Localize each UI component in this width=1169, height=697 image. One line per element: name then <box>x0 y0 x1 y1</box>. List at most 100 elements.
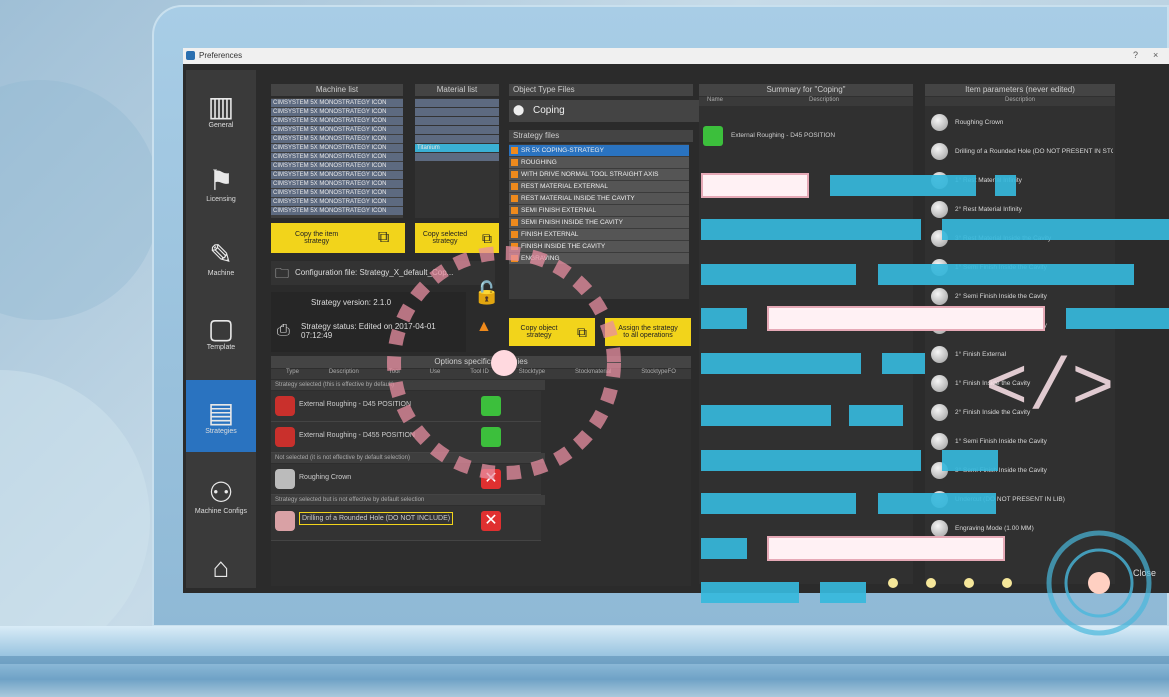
close-button[interactable]: Close <box>1133 568 1156 578</box>
sidebar-item-label: Template <box>206 343 236 351</box>
list-item[interactable]: 2° Finish Inside the Cavity <box>925 398 1113 427</box>
list-item[interactable]: CIMSYSTEM 5X MONOSTRATEGY ICON <box>271 144 403 152</box>
list-item[interactable]: CIMSYSTEM 5X MONOSTRATEGY ICON <box>271 126 403 134</box>
options-header: Options specific strategies <box>271 356 691 368</box>
decor-bar <box>1066 308 1169 329</box>
section-selected-not-effective: Strategy selected but is not effective b… <box>271 495 545 505</box>
disable-toggle[interactable]: ✕ <box>481 469 501 489</box>
list-item[interactable]: Roughing Crown <box>925 108 1113 137</box>
list-item[interactable]: CIMSYSTEM 5X MONOSTRATEGY ICON <box>271 180 403 188</box>
object-type-selected[interactable]: ⬤ Coping <box>509 100 717 122</box>
holder-icon: ⌂ <box>212 552 230 583</box>
enable-toggle[interactable] <box>481 396 501 416</box>
list-item[interactable]: ENGRAVING <box>509 253 689 264</box>
sidebar-item-label: Strategies <box>205 427 237 435</box>
row-label: External Roughing - D45 POSITION <box>299 401 412 408</box>
strategy-files-header: Strategy files <box>509 130 693 142</box>
list-item[interactable]: WITH DRIVE NORMAL TOOL STRAIGHT AXIS <box>509 169 689 180</box>
table-row[interactable]: Roughing Crown ✕ <box>271 464 541 495</box>
section-not-selected: Not selected (it is not effective by def… <box>271 453 545 463</box>
column-header: Stockmaterial <box>575 369 612 375</box>
column-header: StocktypeFO <box>641 369 676 375</box>
material-list[interactable]: Titanium <box>415 98 499 218</box>
strategy-info: Strategy version: 2.1.0 ⎙ Strategy statu… <box>271 292 466 352</box>
assign-strategy-button[interactable]: Assign the strategy to all operations <box>605 318 691 346</box>
copy-object-strategy-button[interactable]: Copy object strategy ⧉ <box>509 318 595 346</box>
list-item[interactable] <box>415 135 499 143</box>
template-icon: ▢ <box>207 312 235 344</box>
copy-icon: ⧉ <box>377 229 390 246</box>
decor-bar <box>701 264 856 285</box>
list-item[interactable]: CIMSYSTEM 5X MONOSTRATEGY ICON <box>271 153 403 161</box>
help-button[interactable]: ? <box>1133 50 1138 60</box>
close-window-button[interactable]: × <box>1153 50 1158 60</box>
list-item[interactable] <box>415 99 499 107</box>
tool-icon <box>275 511 295 531</box>
sidebar-item-general[interactable]: ▥ General <box>186 74 256 146</box>
decor-bar <box>942 219 1169 240</box>
tool-icon <box>275 396 295 416</box>
list-item[interactable]: CIMSYSTEM 5X MONOSTRATEGY ICON <box>271 162 403 170</box>
sidebar-item-label: Machine <box>207 269 235 277</box>
table-row[interactable]: Drilling of a Rounded Hole (DO NOT INCLU… <box>271 506 541 541</box>
list-item[interactable]: Drilling of a Rounded Hole (DO NOT PRESE… <box>925 137 1113 166</box>
list-item[interactable]: FINISH INSIDE THE CAVITY <box>509 241 689 252</box>
list-item[interactable]: REST MATERIAL EXTERNAL <box>509 181 689 192</box>
strategy-list[interactable]: SR 5X COPING-STRATEGY ROUGHING WITH DRIVE … <box>509 144 689 299</box>
copy-item-strategy-button[interactable]: Copy the item strategy ⧉ <box>271 223 405 253</box>
list-item[interactable] <box>415 108 499 116</box>
list-item[interactable] <box>415 153 499 161</box>
table-row[interactable]: External Roughing - D45 POSITION <box>271 391 541 422</box>
sidebar-item-holder[interactable]: ⌂ <box>186 532 256 593</box>
list-item[interactable]: CIMSYSTEM 5X MONOSTRATEGY ICON <box>271 108 403 116</box>
sidebar-item-template[interactable]: ▢ Template <box>186 296 256 368</box>
list-item[interactable]: FINISH EXTERNAL <box>509 229 689 240</box>
file-icon: 🗀 <box>275 265 289 281</box>
list-item[interactable]: CIMSYSTEM 5X MONOSTRATEGY ICON <box>271 171 403 179</box>
sidebar-item-machine[interactable]: ✎ Machine <box>186 222 256 294</box>
flag-icon: ⚑ <box>208 164 234 196</box>
copy-selected-strategy-button[interactable]: Copy selected strategy ⧉ <box>415 223 499 253</box>
row-label: Roughing Crown <box>299 474 352 481</box>
list-item[interactable]: ROUGHING <box>509 157 689 168</box>
list-item[interactable]: CIMSYSTEM 5X MONOSTRATEGY ICON <box>271 189 403 197</box>
list-item[interactable]: Titanium <box>415 144 499 152</box>
list-item[interactable]: REST MATERIAL INSIDE THE CAVITY <box>509 193 689 204</box>
enable-toggle[interactable] <box>481 427 501 447</box>
sidebar-item-licensing[interactable]: ⚑ Licensing <box>186 148 256 220</box>
list-item[interactable]: 1° Finish Inside the Cavity <box>925 369 1113 398</box>
list-item[interactable]: CIMSYSTEM 5X MONOSTRATEGY ICON <box>271 207 403 215</box>
list-item[interactable]: 1° Finish External <box>925 340 1113 369</box>
material-list-header: Material list <box>415 84 499 96</box>
strategy-status: Strategy status: Edited on 2017-04-01 07… <box>301 322 436 340</box>
disable-toggle[interactable]: ✕ <box>481 511 501 531</box>
decor-dot <box>926 578 936 588</box>
list-item[interactable]: SR 5X COPING-STRATEGY <box>509 145 689 156</box>
list-item[interactable]: CIMSYSTEM 5X MONOSTRATEGY ICON <box>271 117 403 125</box>
lock-icon[interactable]: 🔓 <box>473 280 500 306</box>
config-file-text: Configuration file: Strategy_X_default_C… <box>295 268 454 277</box>
row-label: External Roughing - D455 POSITION <box>299 432 415 439</box>
decor-bar <box>701 450 921 471</box>
options-columns: Type Description Tool Use Tool ID Stocktype St… <box>271 369 691 379</box>
list-item[interactable]: SEMI FINISH EXTERNAL <box>509 205 689 216</box>
sidebar-item-machine-configs[interactable]: ⚇ Machine Configs <box>186 460 256 532</box>
tool-icon: ✎ <box>209 238 233 270</box>
tool-icon <box>275 469 295 489</box>
copy-object-label: Copy object strategy <box>520 325 558 339</box>
list-item[interactable]: CIMSYSTEM 5X MONOSTRATEGY ICON <box>271 135 403 143</box>
summary-item[interactable]: External Roughing - D45 POSITION <box>701 122 941 150</box>
list-item[interactable]: SEMI FINISH INSIDE THE CAVITY <box>509 217 689 228</box>
bars-logo-icon: ▥ <box>207 90 235 122</box>
machine-list[interactable]: CIMSYSTEM 5X MONOSTRATEGY ICON CIMSYSTEM … <box>271 98 403 218</box>
list-item[interactable] <box>415 117 499 125</box>
decor-bar <box>701 405 831 426</box>
list-item[interactable]: CIMSYSTEM 5X MONOSTRATEGY ICON <box>271 198 403 206</box>
sidebar: ▥ General ⚑ Licensing ✎ Machine ▢ Templa… <box>186 70 256 588</box>
sidebar-item-strategies[interactable]: ▤ Strategies <box>186 380 256 452</box>
list-item[interactable] <box>415 126 499 134</box>
table-row[interactable]: External Roughing - D455 POSITION <box>271 422 541 453</box>
decor-white-bar <box>767 306 1045 331</box>
decor-bar <box>849 405 903 426</box>
list-item[interactable]: CIMSYSTEM 5X MONOSTRATEGY ICON <box>271 99 403 107</box>
